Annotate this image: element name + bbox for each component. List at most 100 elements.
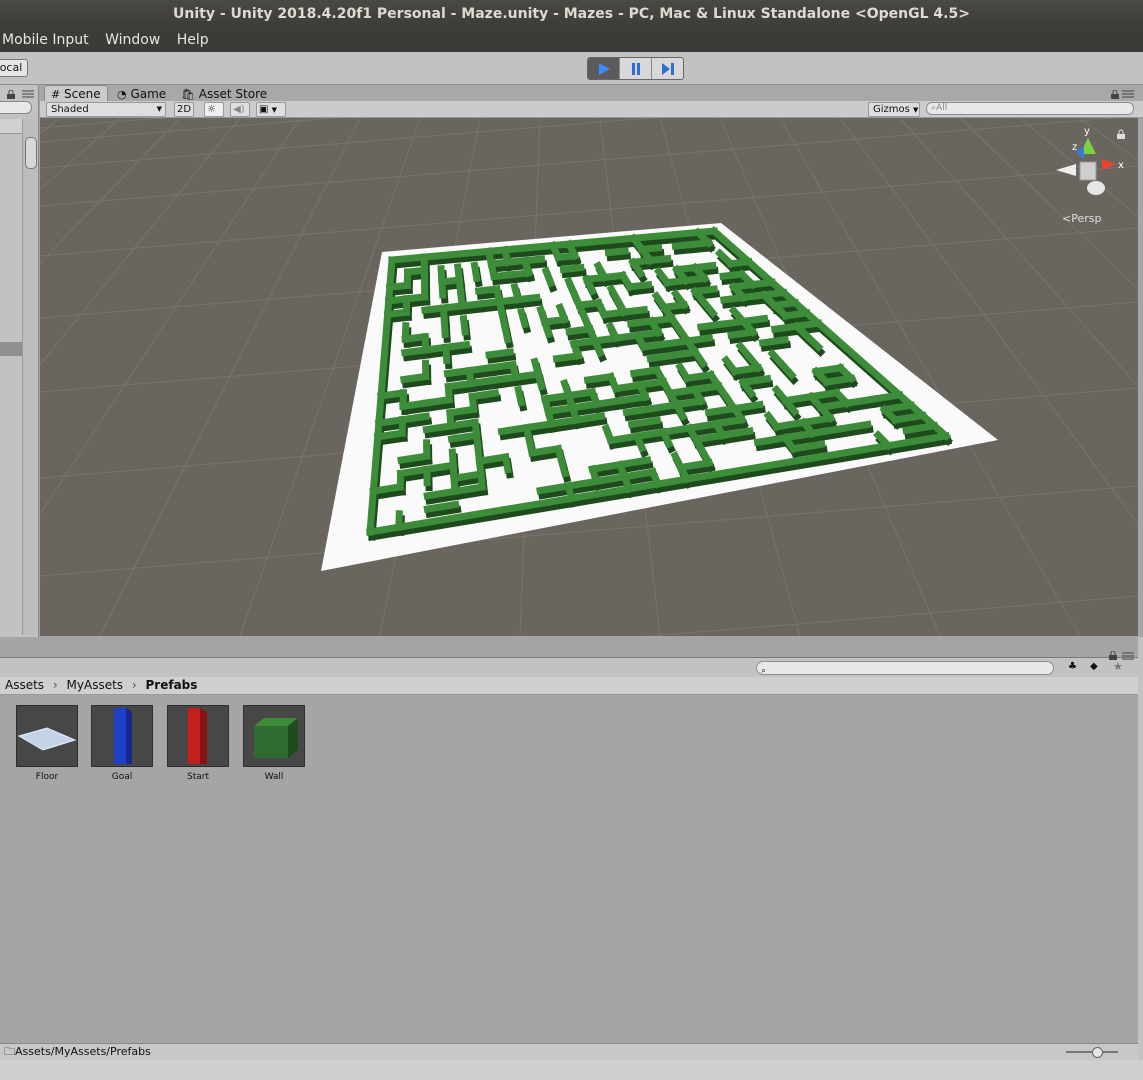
hierarchy-search[interactable] (0, 101, 32, 114)
asset-floor[interactable]: Floor (16, 705, 78, 782)
slider-thumb[interactable] (1092, 1047, 1103, 1058)
grid-line (40, 118, 181, 264)
scene-orientation-gizmo[interactable]: y x z (1050, 124, 1130, 204)
scrollbar-thumb[interactable] (25, 137, 37, 169)
lock-icon[interactable] (1116, 128, 1126, 139)
scene-viewport[interactable]: y x z <Persp (40, 118, 1138, 636)
maze-wall (487, 360, 517, 372)
tab-asset-store[interactable]: 🛍 Asset Store (174, 85, 274, 102)
maze-wall (547, 416, 581, 428)
favorite-button[interactable]: ★ (1113, 660, 1129, 673)
maze-wall (500, 322, 512, 344)
maze-wall (622, 404, 656, 417)
maze-wall (377, 388, 408, 400)
gizmo-center-cube (1079, 161, 1097, 181)
maze-wall-side (385, 313, 413, 324)
maze-wall (564, 477, 601, 490)
maze-wall (555, 302, 570, 325)
projection-toggle[interactable]: <Persp (1062, 212, 1101, 225)
menu-window[interactable]: Window (105, 32, 160, 48)
2d-toggle-button[interactable]: 2D (174, 102, 194, 117)
panel-menu-icon[interactable] (22, 88, 34, 98)
lighting-toggle-button[interactable]: ☼ (204, 102, 224, 117)
maze-wall (808, 424, 845, 438)
step-button[interactable] (652, 58, 683, 79)
play-button[interactable] (588, 58, 620, 79)
maze-wall (781, 429, 817, 442)
type-filter-icon: ♣ (1068, 661, 1077, 672)
tab-game-label: Game (130, 87, 167, 101)
tab-asset-store-label: Asset Store (198, 87, 268, 101)
projection-label: Persp (1071, 212, 1102, 225)
asset-label: Start (187, 772, 209, 782)
hierarchy-create-dropdown[interactable] (0, 119, 22, 134)
filter-by-type-button[interactable]: ♣ (1068, 661, 1084, 674)
pause-icon (631, 62, 640, 75)
panel-menu-icon[interactable] (1122, 649, 1134, 660)
breadcrumb-assets[interactable]: Assets (5, 678, 44, 692)
grid-line (40, 118, 61, 135)
maze-wall (540, 317, 554, 339)
maze-wall (485, 348, 515, 359)
maze-wall (647, 400, 681, 413)
neg-z-cone (1087, 181, 1105, 195)
maze-wall (799, 414, 835, 427)
maze-wall (758, 335, 790, 347)
maze-wall (447, 431, 481, 444)
asset-wall[interactable]: Wall (243, 705, 305, 782)
hierarchy-panel (0, 85, 39, 637)
dropdown-arrow-icon: ▼ (913, 106, 919, 114)
audio-toggle-button[interactable]: ◀) (230, 102, 250, 117)
project-search-input[interactable]: ⌕ (756, 661, 1054, 676)
floor-prefab-thumbnail (16, 705, 78, 767)
tab-game[interactable]: ◔ Game (110, 85, 173, 102)
maze-wall (423, 500, 460, 514)
maze-wall (606, 432, 642, 445)
maze-wall (902, 421, 939, 435)
hierarchy-scrollbar[interactable] (22, 119, 37, 635)
hierarchy-selected-row[interactable] (0, 342, 22, 356)
breadcrumb-prefabs[interactable]: Prefabs (146, 678, 198, 692)
panel-menu-icon[interactable] (1122, 88, 1134, 98)
maze-wall (487, 259, 499, 281)
menu-help[interactable]: Help (177, 32, 209, 48)
maze-wall (612, 381, 644, 393)
menu-mobile-input[interactable]: Mobile Input (2, 32, 89, 48)
lock-icon[interactable] (6, 88, 16, 99)
maze-wall (869, 390, 904, 404)
gizmos-dropdown[interactable]: Gizmos ▼ (868, 102, 920, 117)
panel-splitter[interactable] (1138, 637, 1143, 1060)
maze-wall (672, 397, 706, 409)
lock-icon[interactable] (1108, 649, 1118, 660)
breadcrumb-myassets[interactable]: MyAssets (67, 678, 124, 692)
image-icon: ▣ (259, 104, 269, 115)
maze-wall (552, 351, 583, 363)
shading-mode-dropdown[interactable]: Shaded ▼ (46, 102, 166, 117)
maze-wall (423, 487, 459, 500)
maze-wall (527, 444, 563, 457)
pause-button[interactable] (620, 58, 652, 79)
neg-x-cone (1056, 164, 1076, 176)
maze-wall (514, 385, 526, 407)
maze-wall (398, 412, 431, 424)
lock-icon[interactable] (1110, 88, 1120, 99)
maze-wall (446, 418, 480, 430)
dropdown-arrow-icon: ▼ (271, 106, 278, 114)
maze-wall (557, 456, 570, 478)
maze-wall (497, 423, 531, 436)
asset-start[interactable]: Start (167, 705, 229, 782)
tab-scene[interactable]: # Scene (44, 85, 108, 102)
asset-goal[interactable]: Goal (91, 705, 153, 782)
maze-wall (676, 458, 714, 472)
thumbnail-size-slider[interactable] (1066, 1047, 1118, 1058)
maze-wall-side (606, 252, 632, 262)
maze-wall (438, 278, 447, 299)
effects-dropdown[interactable]: ▣ ▼ (256, 102, 286, 117)
pivot-rotation-button[interactable]: ocal (0, 59, 28, 77)
shading-mode-label: Shaded (51, 104, 89, 115)
step-icon (661, 62, 674, 75)
dropdown-arrow-icon: ▼ (156, 105, 162, 113)
filter-by-label-button[interactable]: ◆ (1090, 661, 1106, 674)
maze-wall-side (404, 298, 431, 308)
scene-search-input[interactable]: ⌕All (926, 102, 1134, 115)
